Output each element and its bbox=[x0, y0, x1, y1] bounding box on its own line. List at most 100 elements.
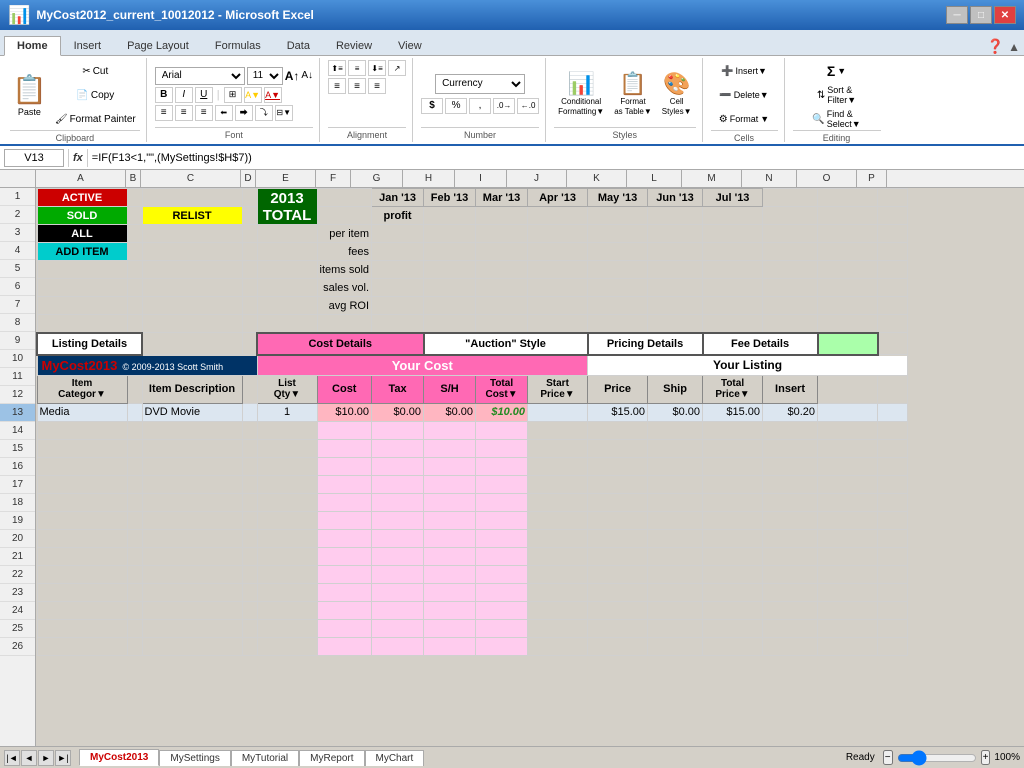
row-num-20[interactable]: 20 bbox=[0, 530, 35, 548]
apr13-cell[interactable]: Apr '13 bbox=[528, 189, 588, 207]
cell-1d[interactable] bbox=[242, 189, 257, 207]
cell-7p[interactable] bbox=[878, 297, 908, 315]
copy-button[interactable]: 📄Copy bbox=[51, 84, 140, 106]
border-button[interactable]: ⊞ bbox=[224, 87, 242, 103]
bot-align-button[interactable]: ⬇≡ bbox=[368, 60, 386, 76]
cell-8e[interactable] bbox=[257, 315, 317, 333]
font-color-button[interactable]: A▼ bbox=[264, 87, 282, 103]
cell-2h[interactable] bbox=[424, 207, 476, 225]
cell-9p[interactable] bbox=[878, 333, 908, 355]
help-icon[interactable]: ❓ bbox=[987, 38, 1004, 55]
cell-6c[interactable] bbox=[142, 279, 242, 297]
cell-styles-button[interactable]: 🎨 CellStyles▼ bbox=[658, 69, 696, 118]
cell-1b[interactable] bbox=[127, 189, 142, 207]
col-header-b[interactable]: B bbox=[126, 170, 141, 187]
cell-12d[interactable] bbox=[242, 403, 257, 421]
indent-increase-button[interactable]: ⮕ bbox=[235, 105, 253, 121]
cell-7j[interactable] bbox=[528, 297, 588, 315]
cell-3o[interactable] bbox=[818, 225, 878, 243]
number-format-select[interactable]: Currency General Number Percentage Date bbox=[435, 74, 525, 94]
col-header-h[interactable]: H bbox=[403, 170, 455, 187]
row-num-13[interactable]: 13 bbox=[0, 404, 35, 422]
cell-3i[interactable] bbox=[476, 225, 528, 243]
fill-color-button[interactable]: A▼ bbox=[244, 87, 262, 103]
col-header-l[interactable]: L bbox=[627, 170, 682, 187]
row-num-21[interactable]: 21 bbox=[0, 548, 35, 566]
tab-data[interactable]: Data bbox=[274, 36, 323, 55]
cell-3k[interactable] bbox=[588, 225, 648, 243]
row-num-14[interactable]: 14 bbox=[0, 422, 35, 440]
mar13-cell[interactable]: Mar '13 bbox=[476, 189, 528, 207]
cell-9o[interactable] bbox=[818, 333, 878, 355]
cost-header[interactable]: Cost bbox=[317, 375, 372, 403]
cell-2p[interactable] bbox=[878, 207, 908, 225]
list-qty-header[interactable]: ListQty▼ bbox=[257, 375, 317, 403]
all-cell[interactable]: ALL bbox=[37, 225, 127, 243]
tab-home[interactable]: Home bbox=[4, 36, 61, 56]
tab-page-layout[interactable]: Page Layout bbox=[114, 36, 202, 55]
cell-12p[interactable] bbox=[878, 403, 908, 421]
sold-cell[interactable]: SOLD bbox=[37, 207, 127, 225]
cell-12o[interactable] bbox=[818, 403, 878, 421]
decimal-increase-button[interactable]: .0→ bbox=[493, 98, 515, 114]
align-right-button[interactable]: ≡ bbox=[195, 105, 213, 121]
cell-8o[interactable] bbox=[818, 315, 878, 333]
start-price-header[interactable]: StartPrice▼ bbox=[528, 375, 588, 403]
cell-8g[interactable] bbox=[372, 315, 424, 333]
cell-7h[interactable] bbox=[424, 297, 476, 315]
merge-button[interactable]: ⊟▼ bbox=[275, 105, 293, 121]
zoom-out-button[interactable]: − bbox=[883, 750, 893, 765]
tax-header[interactable]: Tax bbox=[372, 375, 424, 403]
grow-font-icon[interactable]: A↑ bbox=[285, 69, 300, 83]
cell-5p[interactable] bbox=[878, 261, 908, 279]
cell-11b[interactable] bbox=[127, 375, 142, 403]
row-num-7[interactable]: 7 bbox=[0, 296, 35, 314]
cell-3j[interactable] bbox=[528, 225, 588, 243]
cell-7a[interactable] bbox=[37, 297, 127, 315]
cell-6g[interactable] bbox=[372, 279, 424, 297]
tax-cell[interactable]: $0.00 bbox=[372, 403, 424, 421]
prev-tab-button[interactable]: ◄ bbox=[21, 750, 37, 766]
cell-6i[interactable] bbox=[476, 279, 528, 297]
cell-12b[interactable] bbox=[127, 403, 142, 421]
cell-6h[interactable] bbox=[424, 279, 476, 297]
cut-button[interactable]: ✂Cut bbox=[51, 60, 140, 82]
total-price-cell[interactable]: $15.00 bbox=[703, 403, 763, 421]
total-price-header[interactable]: TotalPrice▼ bbox=[703, 375, 763, 403]
sales-vol-label[interactable]: sales vol. bbox=[317, 279, 372, 297]
feb13-cell[interactable]: Feb '13 bbox=[424, 189, 476, 207]
total-cost-cell[interactable]: $10.00 bbox=[476, 403, 528, 421]
font-size-select[interactable]: 11 bbox=[247, 67, 283, 85]
row-num-11[interactable]: 11 bbox=[0, 368, 35, 386]
format-as-table-button[interactable]: 📋 Formatas Table▼ bbox=[610, 69, 656, 118]
cell-7l[interactable] bbox=[648, 297, 703, 315]
cell-6j[interactable] bbox=[528, 279, 588, 297]
cell-8i[interactable] bbox=[476, 315, 528, 333]
cell-4l[interactable] bbox=[648, 243, 703, 261]
cell-1f[interactable] bbox=[317, 189, 372, 207]
insert-cell[interactable]: $0.20 bbox=[763, 403, 818, 421]
profit-label[interactable]: profit bbox=[372, 207, 424, 225]
close-button[interactable]: ✕ bbox=[994, 6, 1016, 24]
sheet-tab-mycost2013[interactable]: MyCost2013 bbox=[79, 749, 159, 766]
cost-cell[interactable]: $10.00 bbox=[317, 403, 372, 421]
row-num-24[interactable]: 24 bbox=[0, 602, 35, 620]
avg-roi-label[interactable]: avg ROI bbox=[317, 297, 372, 315]
cell-5h[interactable] bbox=[424, 261, 476, 279]
cell-7d[interactable] bbox=[242, 297, 257, 315]
wrap-text-button[interactable]: ⤵ bbox=[255, 105, 273, 121]
cell-6a[interactable] bbox=[37, 279, 127, 297]
autosum-button[interactable]: Σ▼ bbox=[808, 60, 864, 82]
cell-7n[interactable] bbox=[763, 297, 818, 315]
percent-button[interactable]: % bbox=[445, 98, 467, 114]
cell-2j[interactable] bbox=[528, 207, 588, 225]
align-left2-button[interactable]: ≡ bbox=[328, 78, 346, 94]
start-price-cell[interactable] bbox=[528, 403, 588, 421]
sheet-tab-mytutorial[interactable]: MyTutorial bbox=[231, 750, 299, 766]
col-header-e[interactable]: E bbox=[256, 170, 316, 187]
next-tab-button[interactable]: ► bbox=[38, 750, 54, 766]
cell-7o[interactable] bbox=[818, 297, 878, 315]
cell-11o[interactable] bbox=[818, 375, 878, 403]
bold-button[interactable]: B bbox=[155, 87, 173, 103]
col-header-c[interactable]: C bbox=[141, 170, 241, 187]
